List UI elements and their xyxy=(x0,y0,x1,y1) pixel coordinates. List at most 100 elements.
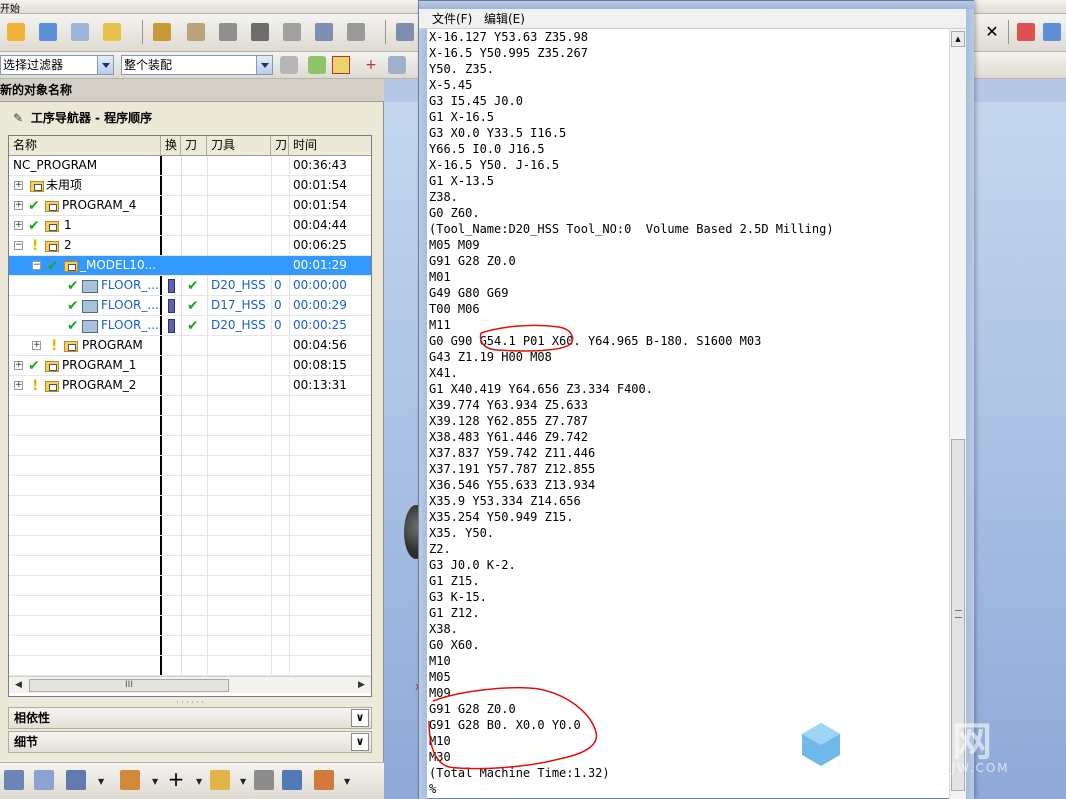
chevron-down-icon[interactable]: ∨ xyxy=(351,709,369,727)
tool-icon-h[interactable] xyxy=(314,770,334,790)
dropdown-arrow-icon[interactable]: ▼ xyxy=(152,777,158,786)
collapse-icon[interactable]: − xyxy=(32,261,41,270)
pin-icon[interactable]: ✎ xyxy=(13,107,27,129)
midpoint-icon[interactable] xyxy=(388,56,406,74)
navigator-header: ✎ 工序导航器 - 程序顺序 xyxy=(5,107,377,131)
expand-icon[interactable]: + xyxy=(14,221,23,230)
tree-row-nc-program[interactable]: NC_PROGRAM 00:36:43 xyxy=(9,156,371,176)
tree-row-floor-2[interactable]: ✔ FLOOR_... ✔ D17_HSS 0 00:00:29 xyxy=(9,296,371,316)
dependencies-section[interactable]: 相依性 ∨ xyxy=(8,707,372,729)
code-line: G1 X-13.5 xyxy=(429,174,495,188)
point-icon[interactable] xyxy=(332,56,350,74)
tool-icon-2[interactable] xyxy=(36,20,60,44)
tool-icon-10[interactable] xyxy=(312,20,336,44)
tool-icon-6[interactable] xyxy=(184,20,208,44)
grid-header: 名称 换 刀 刀具 刀 时间 xyxy=(9,136,371,156)
tree-row-1[interactable]: + ✔ 1 00:04:44 xyxy=(9,216,371,236)
row-name: 1 xyxy=(64,218,72,232)
scroll-thumb[interactable]: III xyxy=(29,679,229,692)
tool-icon-9[interactable] xyxy=(280,20,304,44)
dropdown-arrow-icon[interactable]: ▼ xyxy=(98,777,104,786)
expand-icon[interactable]: + xyxy=(14,361,23,370)
details-section[interactable]: 细节 ∨ xyxy=(8,731,372,753)
column-header-path[interactable]: 刀 xyxy=(181,136,207,156)
scroll-up-icon[interactable]: ▲ xyxy=(951,31,965,47)
details-label: 细节 xyxy=(14,735,39,749)
panel-splitter[interactable]: · · · · · · xyxy=(8,699,372,707)
vertical-scrollbar[interactable]: ▲ xyxy=(949,29,966,799)
menu-edit[interactable]: 编辑(E) xyxy=(481,10,528,28)
collapse-icon[interactable]: − xyxy=(14,241,23,250)
start-menu-label[interactable]: 开始 xyxy=(0,0,20,15)
column-header-tool-change[interactable]: 换 xyxy=(161,136,181,156)
tree-row-unused[interactable]: + 未用项 00:01:54 xyxy=(9,176,371,196)
row-name: PROGRAM xyxy=(82,338,143,352)
tree-row-program[interactable]: + ! PROGRAM 00:04:56 xyxy=(9,336,371,356)
tool-icon-g[interactable] xyxy=(282,770,302,790)
tree-row-model10-selected[interactable]: − ✔ _MODEL10... 00:01:29 xyxy=(9,256,371,276)
chevron-down-icon[interactable]: ∨ xyxy=(351,733,369,751)
tool-icon-b[interactable] xyxy=(34,770,54,790)
chevron-down-icon[interactable] xyxy=(97,56,113,74)
code-line: X35. Y50. xyxy=(429,526,495,540)
plus-icon[interactable]: + xyxy=(166,769,186,790)
code-line: G91 G28 Z0.0 xyxy=(429,254,516,268)
type-filter-dropdown[interactable]: 选择过滤器 xyxy=(0,55,114,75)
tool-icon-7[interactable] xyxy=(216,20,240,44)
column-header-tool[interactable]: 刀具 xyxy=(207,136,271,156)
dropdown-arrow-icon[interactable]: ▼ xyxy=(196,777,202,786)
row-time: 00:01:54 xyxy=(293,198,347,212)
dropdown-arrow-icon[interactable]: ▼ xyxy=(240,777,246,786)
tree-row-floor-1[interactable]: ✔ FLOOR_... ✔ D20_HSS 0 00:00:00 xyxy=(9,276,371,296)
chevron-down-icon[interactable] xyxy=(256,56,272,74)
tool-icon-a[interactable] xyxy=(4,770,24,790)
code-line: G49 G80 G69 xyxy=(429,286,509,300)
code-line: X-16.5 Y50.995 Z35.267 xyxy=(429,46,588,60)
expand-icon[interactable]: + xyxy=(32,341,41,350)
code-line: Z38. xyxy=(429,190,458,204)
folder-icon xyxy=(64,261,78,272)
tool-icon-13[interactable] xyxy=(1014,20,1038,44)
nc-code-text-area[interactable]: X-16.127 Y53.63 Z35.98 X-16.5 Y50.995 Z35… xyxy=(429,29,955,799)
code-line: Y66.5 I0.0 J16.5 xyxy=(429,142,545,156)
tree-row-floor-3[interactable]: ✔ FLOOR_... ✔ D20_HSS 0 00:00:25 xyxy=(9,316,371,336)
assembly-filter-dropdown[interactable]: 整个装配 xyxy=(121,55,273,75)
notepad-window[interactable]: 文件(F) 编辑(E) X-16.127 Y53.63 Z35.98 X-16.5… xyxy=(418,0,975,799)
tool-icon-c[interactable] xyxy=(66,770,86,790)
column-header-tool-number[interactable]: 刀 xyxy=(271,136,289,156)
tree-row-program-4[interactable]: + ✔ PROGRAM_4 00:01:54 xyxy=(9,196,371,216)
tool-icon-3[interactable] xyxy=(68,20,92,44)
tool-icon-4[interactable] xyxy=(100,20,124,44)
horizontal-scrollbar[interactable]: ◀ III ▶ xyxy=(9,676,371,693)
tool-icon-d[interactable] xyxy=(120,770,140,790)
menu-file[interactable]: 文件(F) xyxy=(429,10,475,28)
row-tool: D20_HSS xyxy=(211,278,266,292)
filter-reset-icon[interactable] xyxy=(280,56,298,74)
code-line: X35.9 Y53.334 Z14.656 xyxy=(429,494,581,508)
expand-icon[interactable]: + xyxy=(14,381,23,390)
tool-icon-11[interactable] xyxy=(344,20,368,44)
snap-icon[interactable] xyxy=(308,56,326,74)
tree-row-program-2[interactable]: + ! PROGRAM_2 00:13:31 xyxy=(9,376,371,396)
tool-icon-14[interactable] xyxy=(1040,20,1064,44)
column-header-name[interactable]: 名称 xyxy=(9,136,161,156)
tool-icon-8[interactable] xyxy=(248,20,272,44)
tool-icon-5[interactable] xyxy=(150,20,174,44)
scroll-right-icon[interactable]: ▶ xyxy=(355,679,368,692)
tool-icon-12[interactable] xyxy=(393,20,417,44)
tool-icon-1[interactable] xyxy=(4,20,28,44)
tool-icon-f[interactable] xyxy=(254,770,274,790)
code-line: X35.254 Y50.949 Z15. xyxy=(429,510,574,524)
expand-icon[interactable]: + xyxy=(14,181,23,190)
expand-icon[interactable]: + xyxy=(14,201,23,210)
dropdown-arrow-icon[interactable]: ▼ xyxy=(344,777,350,786)
code-line: M05 M09 xyxy=(429,238,480,252)
tool-icon-e[interactable] xyxy=(210,770,230,790)
tree-row-program-1[interactable]: + ✔ PROGRAM_1 00:08:15 xyxy=(9,356,371,376)
tree-row-2[interactable]: − ! 2 00:06:25 xyxy=(9,236,371,256)
scroll-left-icon[interactable]: ◀ xyxy=(12,679,25,692)
endpoint-icon[interactable]: + xyxy=(362,56,380,74)
close-x-icon[interactable]: ✕ xyxy=(980,20,1004,44)
column-header-time[interactable]: 时间 xyxy=(289,136,371,156)
folder-icon xyxy=(45,361,59,372)
